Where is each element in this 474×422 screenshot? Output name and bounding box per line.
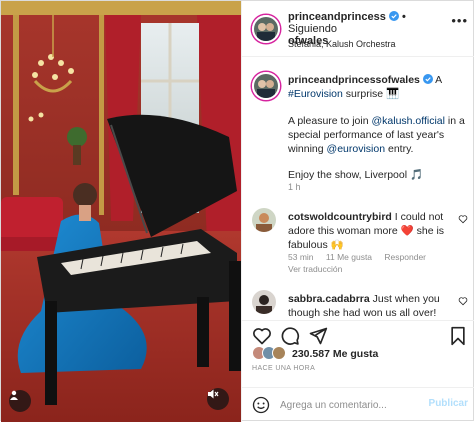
caption-line1: A	[435, 74, 442, 86]
caption-username[interactable]: princeandprincessofwales	[288, 74, 420, 86]
comment-text: sabbra.cadabrra Just when you though she…	[288, 292, 452, 320]
separator-dot: •	[401, 11, 406, 23]
following-button[interactable]: Siguiendo	[288, 23, 337, 35]
post-media[interactable]	[1, 1, 241, 422]
post-comment-button[interactable]: Publicar	[429, 398, 468, 409]
post-timestamp[interactable]: HACE UNA HORA	[252, 365, 315, 372]
post-header: princeandprincess • Siguiendo ofwales St…	[242, 1, 474, 57]
reply-button[interactable]: Responder	[384, 252, 426, 262]
see-translation-link[interactable]: Ver traducción	[288, 264, 342, 274]
caption-text-start: A pleasure to join	[288, 115, 369, 127]
more-icon[interactable]: •••	[451, 13, 468, 28]
comment-time[interactable]: 53 min	[288, 252, 314, 262]
caption-headline: princeandprincessofwales A #Eurovision s…	[288, 73, 468, 101]
comment-item: cotswoldcountrybird I could not adore th…	[252, 208, 470, 278]
mute-button[interactable]	[207, 388, 229, 410]
liker-avatar	[272, 346, 286, 360]
caption-avatar-image	[254, 74, 278, 98]
mention-link-kalush[interactable]: @kalush.official	[371, 115, 445, 127]
post-dialog: princeandprincess • Siguiendo ofwales St…	[0, 0, 474, 422]
caption-line1-end: surprise 🎹	[345, 88, 400, 100]
author-username[interactable]: princeandprincess	[288, 11, 386, 23]
caption-paragraph-1: A pleasure to join @kalush.official in a…	[288, 114, 468, 156]
commenter-username[interactable]: cotswoldcountrybird	[288, 211, 392, 223]
comment-likes[interactable]: 11 Me gusta	[326, 252, 372, 262]
comment-icon[interactable]	[280, 326, 300, 346]
caption-body: A pleasure to join @kalush.official in a…	[288, 114, 468, 194]
bookmark-icon[interactable]	[448, 326, 468, 346]
post-side-panel: princeandprincess • Siguiendo ofwales St…	[241, 1, 474, 422]
commenter-avatar-image	[252, 208, 276, 232]
verified-icon	[388, 11, 399, 21]
comment-text: cotswoldcountrybird I could not adore th…	[288, 210, 452, 252]
comment-heart-icon[interactable]	[458, 214, 468, 224]
caption-text-end: entry.	[387, 143, 414, 155]
commenter-avatar-image	[252, 290, 276, 314]
likes-summary: 230.587 Me gusta	[252, 346, 472, 362]
likes-count[interactable]: 230.587 Me gusta	[292, 348, 378, 360]
author-avatar[interactable]	[252, 15, 280, 43]
author-avatar-image	[254, 17, 278, 41]
share-icon[interactable]	[308, 326, 328, 346]
comment-heart-icon[interactable]	[458, 296, 468, 306]
commenter-avatar[interactable]	[252, 208, 276, 232]
hashtag-link[interactable]: #Eurovision	[288, 88, 343, 100]
user-tag-icon	[10, 390, 18, 400]
verified-icon	[422, 74, 433, 84]
heart-icon[interactable]	[252, 326, 272, 346]
comment-meta: 53 min 11 Me gusta Responder	[288, 252, 436, 262]
caption-author-avatar[interactable]	[252, 72, 280, 100]
caption-paragraph-2: Enjoy the show, Liverpool 🎵	[288, 169, 424, 181]
post-location[interactable]: Stefania, Kalush Orchestra	[288, 39, 396, 49]
mention-link-eurovision[interactable]: @eurovision	[327, 143, 386, 155]
user-tag-button[interactable]	[9, 390, 31, 412]
commenter-username[interactable]: sabbra.cadabrra	[288, 293, 370, 305]
comment-composer: Publicar	[242, 387, 474, 422]
media-photo	[1, 1, 241, 422]
mute-icon	[208, 389, 219, 399]
comment-input[interactable]	[280, 396, 420, 414]
comments-scroll-area[interactable]: princeandprincessofwales A #Eurovision s…	[242, 58, 474, 320]
comment-item: sabbra.cadabrra Just when you though she…	[252, 290, 470, 320]
emoji-icon[interactable]	[252, 396, 270, 414]
caption-timestamp[interactable]: 1 h	[288, 182, 301, 192]
commenter-avatar[interactable]	[252, 290, 276, 314]
